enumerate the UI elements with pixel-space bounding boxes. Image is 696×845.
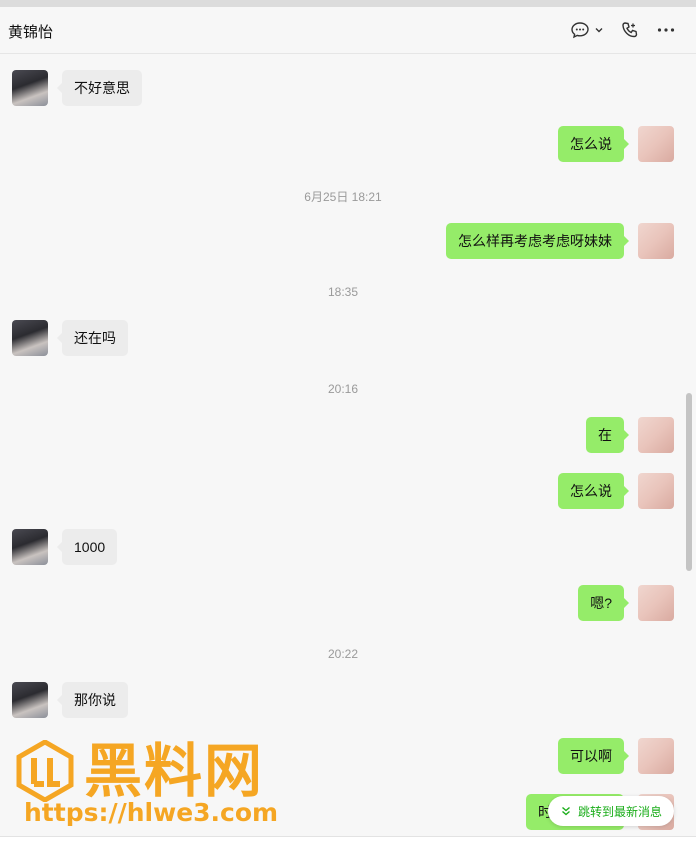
message-bubble-sent[interactable]: 可以啊 xyxy=(558,738,629,774)
watermark-text: 黑料网 xyxy=(84,737,265,805)
message-bubble-sent[interactable]: 怎么说 xyxy=(558,126,629,162)
chevron-down-icon[interactable] xyxy=(594,19,604,41)
message-bubble-sent[interactable]: 怎么说 xyxy=(558,473,629,509)
scrollbar-thumb[interactable] xyxy=(686,393,692,571)
contact-avatar[interactable] xyxy=(12,529,48,565)
watermark-url: https://hlwe3.com xyxy=(24,798,279,827)
watermark: 黑料网 https://hlwe3.com xyxy=(14,738,284,833)
contact-avatar[interactable] xyxy=(12,320,48,356)
message-bubble-received[interactable]: 不好意思 xyxy=(57,70,142,106)
contact-name: 黄锦怡 xyxy=(8,24,54,41)
self-avatar[interactable] xyxy=(638,473,674,509)
double-chevron-down-icon xyxy=(562,806,570,816)
timestamp: 20:22 xyxy=(327,647,359,661)
watermark-logo-icon xyxy=(16,740,74,802)
message-input-area[interactable] xyxy=(0,836,696,845)
message-bubble-received[interactable]: 那你说 xyxy=(57,682,128,718)
self-avatar[interactable] xyxy=(638,223,674,259)
message-bubble-sent[interactable]: 在 xyxy=(586,417,629,453)
timestamp: 6月25日 18:21 xyxy=(304,190,382,204)
chat-header: 黄锦怡 xyxy=(0,7,696,54)
more-icon[interactable] xyxy=(656,19,676,41)
message-bubble-sent[interactable]: 怎么样再考虑考虑呀妹妹 xyxy=(446,223,629,259)
contact-avatar[interactable] xyxy=(12,70,48,106)
self-avatar[interactable] xyxy=(638,585,674,621)
self-avatar[interactable] xyxy=(638,126,674,162)
self-avatar[interactable] xyxy=(638,417,674,453)
chat-bubble-icon[interactable] xyxy=(570,19,590,41)
jump-to-latest-label: 跳转到最新消息 xyxy=(578,804,663,819)
jump-to-latest-button[interactable]: 跳转到最新消息 xyxy=(548,796,675,826)
timestamp: 20:16 xyxy=(327,382,359,396)
self-avatar[interactable] xyxy=(638,738,674,774)
message-bubble-sent[interactable]: 嗯? xyxy=(578,585,629,621)
contact-avatar[interactable] xyxy=(12,682,48,718)
timestamp: 18:35 xyxy=(327,285,359,299)
window-top-strip xyxy=(0,0,696,7)
phone-icon[interactable] xyxy=(620,19,640,41)
message-bubble-received[interactable]: 1000 xyxy=(56,529,118,565)
message-bubble-received[interactable]: 还在吗 xyxy=(57,320,128,356)
message-list[interactable]: 不好意思 怎么说 6月25日 18:21 怎么样再考虑考虑呀妹妹 18:35 还… xyxy=(0,55,696,845)
